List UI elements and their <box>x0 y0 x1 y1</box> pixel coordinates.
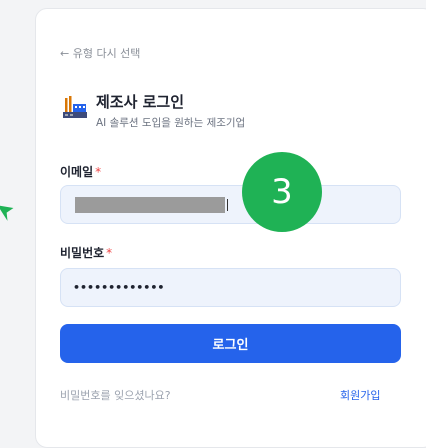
password-field[interactable]: ••••••••••••• <box>60 268 401 307</box>
login-button[interactable]: 로그인 <box>60 324 401 363</box>
factory-icon <box>63 96 87 118</box>
page-title: 제조사 로그인 <box>96 93 185 111</box>
email-label-text: 이메일 <box>60 165 94 179</box>
page-subtitle: AI 솔루션 도입을 원하는 제조기업 <box>96 117 246 129</box>
email-label: 이메일 * <box>60 163 101 180</box>
login-card <box>35 8 426 448</box>
text-caret <box>227 198 228 211</box>
password-label-text: 비밀번호 <box>60 246 105 260</box>
required-mark: * <box>106 246 113 260</box>
email-value-redacted <box>75 196 225 213</box>
forgot-password-link[interactable]: 비밀번호를 잊으셨나요? <box>60 387 171 403</box>
password-value: ••••••••••••• <box>73 281 165 294</box>
email-field[interactable] <box>60 185 401 224</box>
step-number-badge: 3 <box>242 152 322 232</box>
required-mark: * <box>95 165 102 179</box>
password-label: 비밀번호 * <box>60 244 112 261</box>
pointer-arrow-icon <box>0 205 14 221</box>
signup-link[interactable]: 회원가입 <box>340 387 380 403</box>
back-to-type-select-link[interactable]: ← 유형 다시 선택 <box>60 45 140 61</box>
